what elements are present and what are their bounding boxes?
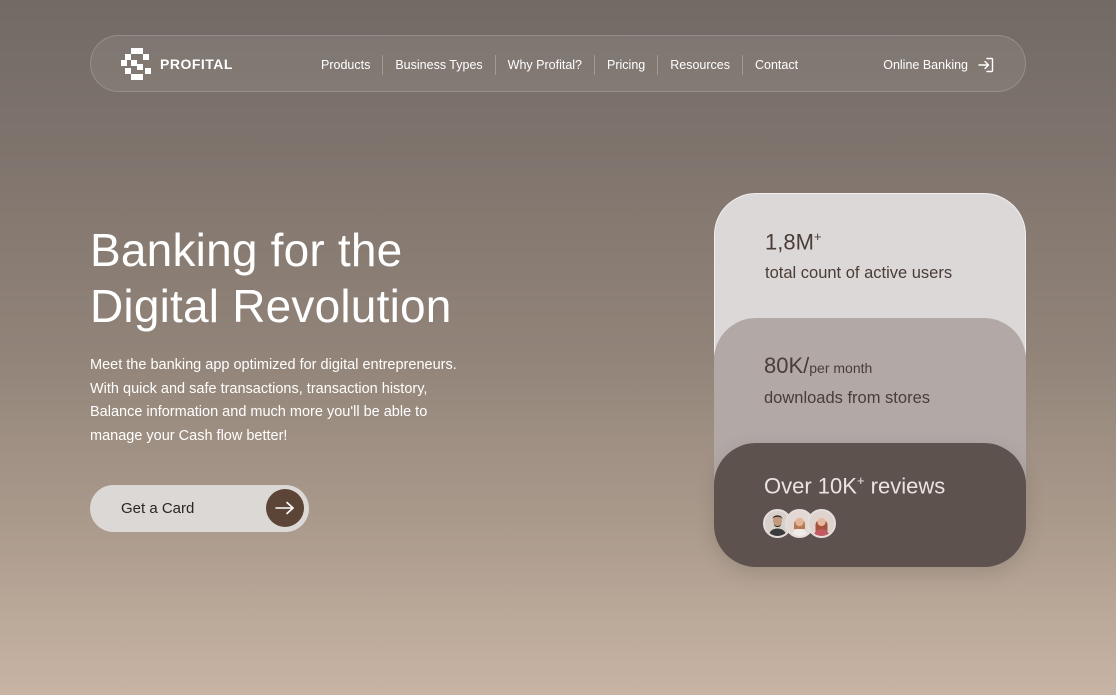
downloads-label: downloads from stores: [764, 389, 930, 407]
online-banking-link[interactable]: Online Banking: [883, 36, 995, 93]
top-navbar: PROFITAL Products Business Types Why Pro…: [90, 35, 1026, 92]
downloads-count: 80K/per month: [764, 353, 873, 378]
users-count: 1,8M+: [765, 229, 822, 255]
nav-item-business-types[interactable]: Business Types: [383, 55, 494, 75]
get-a-card-label: Get a Card: [121, 500, 195, 517]
reviews-title: Over 10K+ reviews: [764, 473, 946, 499]
brand[interactable]: PROFITAL: [121, 48, 233, 80]
nav-item-pricing[interactable]: Pricing: [595, 55, 657, 75]
online-banking-label: Online Banking: [883, 57, 968, 72]
woman-redhead-avatar: [807, 509, 836, 538]
arrow-right-icon: [266, 489, 304, 527]
brand-name: PROFITAL: [160, 56, 233, 72]
sign-in-icon: [977, 56, 995, 74]
get-a-card-button[interactable]: Get a Card: [90, 485, 309, 532]
nav-item-contact[interactable]: Contact: [743, 55, 810, 75]
pixel-s-logo-icon: [121, 48, 151, 80]
main-menu: Products Business Types Why Profital? Pr…: [309, 36, 810, 93]
nav-item-why-profital[interactable]: Why Profital?: [496, 55, 594, 75]
hero-title-line2: Digital Revolution: [90, 280, 452, 332]
stat-card-reviews: Over 10K+ reviews: [714, 443, 1026, 567]
nav-item-products[interactable]: Products: [309, 55, 382, 75]
users-label: total count of active users: [765, 264, 953, 282]
nav-item-resources[interactable]: Resources: [658, 55, 742, 75]
hero-description: Meet the banking app optimized for digit…: [90, 357, 457, 444]
hero-title-line1: Banking for the: [90, 224, 403, 276]
reviewer-avatars: [763, 509, 836, 538]
hero-title: Banking for the Digital Revolution: [90, 222, 550, 334]
